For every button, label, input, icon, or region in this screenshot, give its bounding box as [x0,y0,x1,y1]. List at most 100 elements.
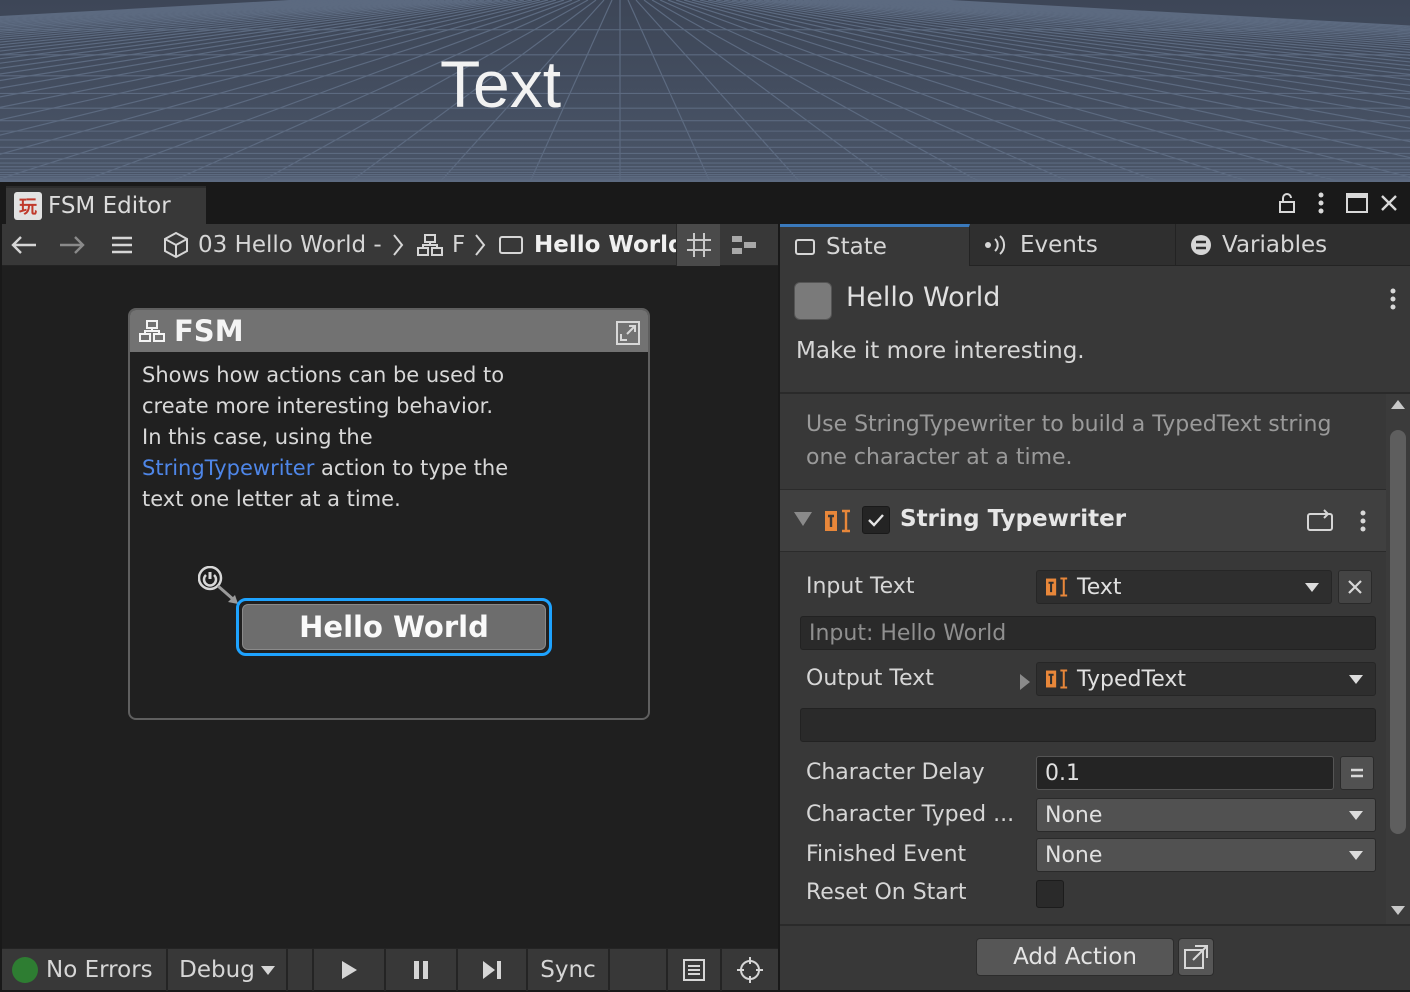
sync-label: Sync [540,957,596,983]
expand-triangle-icon[interactable] [1020,674,1030,690]
tab-state[interactable]: State [780,224,970,266]
action-browser-button[interactable] [1178,938,1214,976]
reset-on-start-checkbox[interactable] [1036,880,1064,908]
fsm-comment-box[interactable]: FSM Shows how actions can be used to cre… [128,308,650,720]
tab-events[interactable]: Events [970,224,1176,266]
clear-variable-button[interactable] [1338,570,1372,604]
finished-event-dropdown[interactable]: None [1036,838,1376,872]
reset-on-start-label: Reset On Start [806,880,967,905]
tab-variables[interactable]: Variables [1176,224,1410,266]
state-box-icon [795,238,815,255]
inspector-tabs: State Events Variables [780,224,1410,266]
pause-button[interactable] [386,949,458,991]
fsm-graph-icon [417,234,443,256]
tab-events-label: Events [1020,232,1098,258]
input-text-dropdown[interactable]: Text [1036,570,1332,604]
state-description-field[interactable]: Make it more interesting. [796,338,1085,364]
kebab-menu-icon[interactable] [1360,510,1366,536]
close-icon [1348,580,1362,594]
breadcrumb-state[interactable]: Hello World [498,224,684,266]
spacer [610,949,668,991]
maximize-icon[interactable] [1342,188,1372,218]
crosshair-icon [737,957,763,983]
playmaker-logo-icon: 玩 [14,192,42,220]
grid-toggle-icon[interactable] [676,224,720,266]
debug-dropdown[interactable]: Debug [168,949,288,991]
scroll-up-icon[interactable] [1391,400,1405,409]
action-list: Use StringTypewriter to build a TypedTex… [780,394,1386,924]
breadcrumb-fsm[interactable]: F [416,224,465,266]
breadcrumb-separator-icon [474,224,486,266]
output-text-dropdown[interactable]: TypedText [1036,662,1376,696]
expand-icon[interactable] [616,318,640,352]
broadcast-icon [985,235,1006,255]
action-enabled-checkbox[interactable] [862,506,890,534]
breadcrumb-state-label: Hello World [534,232,685,258]
chevron-down-icon [1305,583,1319,592]
window-tab-fsm-editor[interactable]: 玩 FSM Editor [6,186,206,224]
fsm-box-header: FSM [130,310,648,352]
step-button[interactable] [458,949,528,991]
lock-icon[interactable] [1272,188,1302,218]
fsm-description: Shows how actions can be used to create … [130,352,530,523]
forward-arrow-icon[interactable] [58,224,90,266]
add-action-button[interactable]: Add Action [976,938,1174,976]
state-node-hello-world[interactable]: Hello World [236,598,552,656]
breadcrumb-fsm-label: F [452,232,466,258]
string-variable-icon [1046,577,1068,597]
state-node-label: Hello World [242,604,546,650]
locate-button[interactable] [722,949,778,991]
state-name-field[interactable]: Hello World [846,282,1000,313]
chevron-down-icon [260,965,275,975]
inspector-panel: State Events Variables Hello World Make … [778,224,1410,990]
input-preview-field: Input: Hello World [800,616,1376,650]
debug-label: Debug [179,957,255,983]
status-bar: No Errors Debug Sync [2,948,778,991]
layout-icon[interactable] [724,224,764,266]
string-typewriter-link[interactable]: StringTypewriter [142,456,314,480]
input-text-value: Text [1077,574,1122,600]
inspector-footer: Add Action [780,924,1410,990]
reset-on-start-row: Reset On Start [780,876,1386,916]
character-typed-dropdown[interactable]: None [1036,798,1376,832]
finished-event-value: None [1045,842,1103,868]
tab-variables-label: Variables [1222,232,1328,258]
state-box-icon [499,236,523,254]
log-button[interactable] [668,949,722,991]
back-arrow-icon[interactable] [10,224,42,266]
character-delay-input[interactable]: 0.1 [1036,756,1334,790]
scene-grid [0,0,1410,182]
finished-event-label: Finished Event [806,842,967,867]
scene-viewport: Text [0,0,1410,182]
fsm-graph-canvas[interactable]: FSM Shows how actions can be used to cre… [2,266,778,948]
collapse-triangle-icon[interactable] [794,512,812,526]
chevron-down-icon [1349,811,1363,820]
fsm-box-title: FSM [174,314,244,348]
character-typed-value: None [1045,802,1103,828]
action-header-string-typewriter[interactable]: String Typewriter [780,490,1386,552]
kebab-menu-icon[interactable] [1306,188,1336,218]
variable-toggle-button[interactable] [1340,756,1374,790]
error-status[interactable]: No Errors [2,949,168,991]
state-color-swatch[interactable] [794,282,832,320]
output-text-value: TypedText [1077,666,1186,692]
kebab-menu-icon[interactable] [1390,288,1396,314]
sync-button[interactable]: Sync [528,949,610,991]
scrollbar-thumb[interactable] [1390,430,1406,834]
character-delay-row: Character Delay 0.1 [780,756,1386,796]
state-header: Hello World Make it more interesting. [780,266,1410,394]
scroll-down-icon[interactable] [1391,906,1405,915]
window-titlebar: 玩 FSM Editor [2,184,1408,224]
hamburger-menu-icon[interactable] [110,224,136,266]
inspector-scrollbar[interactable] [1386,394,1410,924]
breadcrumb-separator-icon [392,224,404,266]
input-text-row: Input Text Text [780,570,1386,610]
breadcrumb-scene[interactable]: 03 Hello World - [162,224,382,266]
log-list-icon [683,959,705,981]
play-button[interactable] [314,949,386,991]
fsm-editor-window: 玩 FSM Editor 03 Hello World - F Hello Wo… [0,182,1410,992]
character-delay-label: Character Delay [806,760,985,785]
popout-window-icon [1184,945,1208,969]
action-preset-icon[interactable] [1306,508,1334,536]
close-icon[interactable] [1374,188,1404,218]
